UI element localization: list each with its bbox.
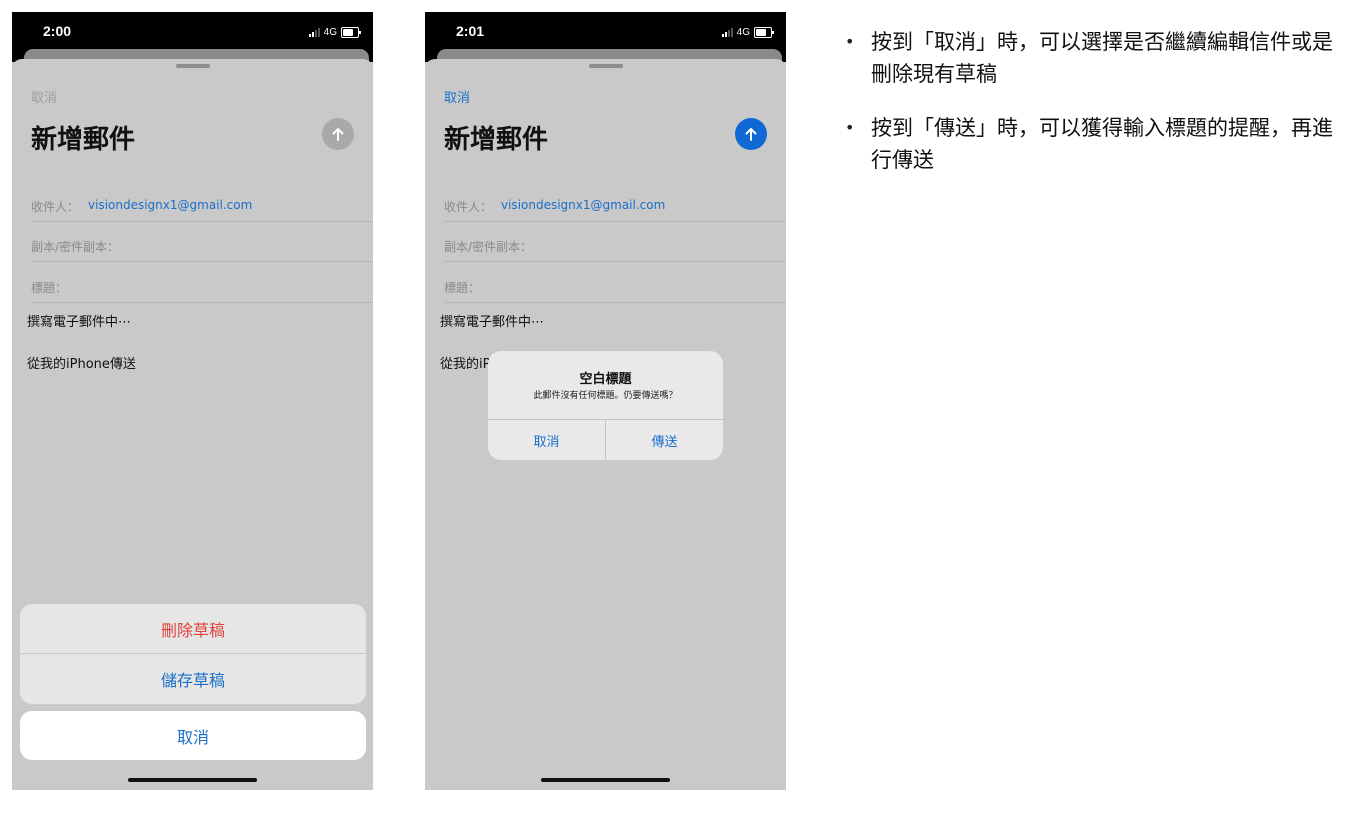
- battery-icon: [754, 26, 774, 38]
- sheet-grabber[interactable]: [589, 64, 623, 68]
- signature-text: 從我的iPhone傳送: [27, 357, 136, 372]
- signal-icon: [721, 27, 733, 37]
- delete-draft-button[interactable]: 刪除草稿: [20, 604, 366, 654]
- status-indicators: 4G: [308, 25, 361, 39]
- alert-title: 空白標題: [579, 372, 632, 387]
- note-text: 按到「取消」時，可以選擇是否繼續編輯信件或是刪除現有草稿: [871, 30, 1333, 86]
- note-item: • 按到「傳送」時，可以獲得輸入標題的提醒，再進行傳送: [843, 112, 1343, 176]
- battery-icon: [341, 26, 361, 38]
- page-title: 新增郵件: [444, 125, 549, 155]
- cancel-button[interactable]: 取消: [31, 87, 57, 106]
- subject-field[interactable]: 標題：: [31, 262, 373, 303]
- subject-label: 標題：: [31, 281, 68, 295]
- bullet-icon: •: [845, 118, 855, 137]
- note-item: • 按到「取消」時，可以選擇是否繼續編輯信件或是刪除現有草稿: [843, 26, 1343, 90]
- alert-message: 此郵件沒有任何標題。仍要傳送嗎？: [533, 391, 678, 401]
- home-indicator[interactable]: [128, 778, 257, 782]
- recipient-address[interactable]: visiondesignx1@gmail.com: [88, 198, 252, 212]
- status-time: 2:01: [456, 23, 485, 39]
- cc-bcc-field[interactable]: 副本/密件副本：: [31, 221, 373, 262]
- alert-buttons: 取消 傳送: [488, 419, 723, 460]
- to-field[interactable]: 收件人： visiondesignx1@gmail.com: [444, 181, 786, 222]
- empty-subject-alert: 空白標題 此郵件沒有任何標題。仍要傳送嗎？ 取消 傳送: [488, 351, 723, 460]
- action-sheet-cancel-button[interactable]: 取消: [20, 711, 366, 760]
- body-input[interactable]: 撰寫電子郵件中⋯: [27, 311, 131, 330]
- signal-icon: [308, 27, 320, 37]
- cc-bcc-label: 副本/密件副本：: [31, 240, 120, 254]
- subject-label: 標題：: [444, 281, 481, 295]
- cc-bcc-field[interactable]: 副本/密件副本：: [444, 221, 786, 262]
- cc-bcc-label: 副本/密件副本：: [444, 240, 533, 254]
- to-field[interactable]: 收件人： visiondesignx1@gmail.com: [31, 181, 373, 222]
- alert-send-button[interactable]: 傳送: [605, 420, 723, 460]
- status-time: 2:00: [43, 23, 72, 39]
- phone-screen-send: 2:01 4G 取消 新增郵件 收件人： visiondesignx1@gmai…: [425, 12, 786, 790]
- note-text: 按到「傳送」時，可以獲得輸入標題的提醒，再進行傳送: [871, 116, 1333, 172]
- cancel-button[interactable]: 取消: [444, 87, 470, 106]
- arrow-up-icon: [332, 128, 344, 141]
- notes-list: • 按到「取消」時，可以選擇是否繼續編輯信件或是刪除現有草稿 • 按到「傳送」時…: [843, 26, 1343, 198]
- network-label: 4G: [323, 26, 337, 38]
- network-label: 4G: [736, 26, 750, 38]
- send-button[interactable]: [322, 118, 354, 150]
- send-button[interactable]: [735, 118, 767, 150]
- subject-field[interactable]: 標題：: [444, 262, 786, 303]
- alert-cancel-button[interactable]: 取消: [488, 420, 605, 460]
- phone-screen-cancel: 2:00 4G 取消 新增郵件 收件人： visiondesignx1@gmai…: [12, 12, 373, 790]
- sheet-grabber[interactable]: [176, 64, 210, 68]
- bullet-icon: •: [845, 32, 855, 51]
- arrow-up-icon: [745, 128, 757, 141]
- action-sheet: 刪除草稿 儲存草稿: [20, 604, 366, 704]
- home-indicator[interactable]: [541, 778, 670, 782]
- save-draft-button[interactable]: 儲存草稿: [20, 654, 366, 704]
- body-input[interactable]: 撰寫電子郵件中⋯: [440, 311, 544, 330]
- page-title: 新增郵件: [31, 125, 136, 155]
- to-label: 收件人：: [31, 200, 80, 214]
- recipient-address[interactable]: visiondesignx1@gmail.com: [501, 198, 665, 212]
- status-indicators: 4G: [721, 25, 774, 39]
- to-label: 收件人：: [444, 200, 493, 214]
